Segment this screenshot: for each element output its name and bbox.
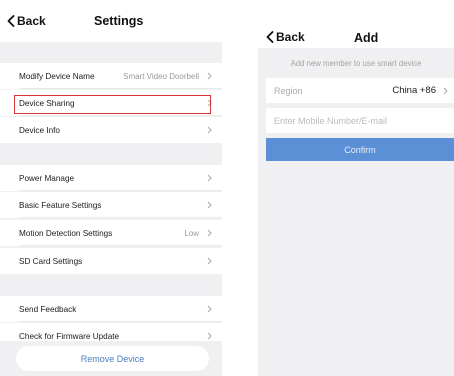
row-label: Modify Device Name xyxy=(19,71,95,81)
row-label: Send Feedback xyxy=(19,304,77,314)
row-divider xyxy=(19,190,222,191)
chevron-right-icon xyxy=(204,174,214,182)
row-label: Device Info xyxy=(19,125,60,135)
row-modify-device-name[interactable]: Modify Device Name Smart Video Doorbell xyxy=(0,63,222,89)
remove-device-bar: Remove Device xyxy=(0,341,222,376)
row-label: SD Card Settings xyxy=(19,256,83,266)
chevron-right-icon xyxy=(204,305,214,313)
chevron-right-icon xyxy=(204,201,214,209)
row-send-feedback[interactable]: Send Feedback xyxy=(0,296,222,322)
region-label: Region xyxy=(274,85,303,96)
add-navbar: Back Add xyxy=(258,0,454,48)
row-label: Basic Feature Settings xyxy=(19,200,102,210)
chevron-right-icon xyxy=(204,229,214,237)
chevron-right-icon xyxy=(204,332,214,340)
chevron-right-icon xyxy=(204,99,214,107)
row-basic-feature-settings[interactable]: Basic Feature Settings xyxy=(0,192,222,218)
back-label: Back xyxy=(276,30,305,44)
add-member-hint: Add new member to use smart device xyxy=(290,59,422,68)
page-title: Settings xyxy=(94,14,144,28)
back-button[interactable]: Back xyxy=(266,30,305,44)
row-label: Power Manage xyxy=(19,173,75,183)
row-label: Motion Detection Settings xyxy=(19,228,113,238)
row-power-manage[interactable]: Power Manage xyxy=(0,165,222,191)
region-selector[interactable]: Region China +86 xyxy=(266,78,454,103)
remove-device-button[interactable]: Remove Device xyxy=(16,346,209,371)
page-title: Add xyxy=(354,31,379,45)
mobile-email-input[interactable] xyxy=(266,108,454,133)
row-label: Check for Firmware Update xyxy=(19,331,120,341)
chevron-left-icon xyxy=(266,31,274,43)
chevron-left-icon xyxy=(7,15,15,27)
back-button[interactable]: Back xyxy=(7,14,46,28)
row-divider xyxy=(19,115,222,116)
settings-navbar: Back Settings xyxy=(0,0,222,42)
chevron-right-icon xyxy=(204,72,214,80)
row-divider xyxy=(19,245,222,246)
confirm-button[interactable]: Confirm xyxy=(266,138,454,161)
chevron-right-icon xyxy=(204,257,214,265)
region-value: China +86 xyxy=(392,85,436,96)
add-member-screen: Back Add Add new member to use smart dev… xyxy=(258,0,454,376)
settings-screen: Back Settings Modify Device Name Smart V… xyxy=(0,0,222,376)
row-device-sharing[interactable]: Device Sharing xyxy=(0,90,222,116)
row-divider xyxy=(19,217,222,218)
chevron-right-icon xyxy=(204,126,214,134)
row-label: Device Sharing xyxy=(19,98,75,108)
back-label: Back xyxy=(17,14,46,28)
row-sd-card-settings[interactable]: SD Card Settings xyxy=(0,248,222,274)
row-divider xyxy=(19,321,222,322)
row-device-info[interactable]: Device Info xyxy=(0,117,222,143)
row-value: Smart Video Doorbell xyxy=(123,71,199,81)
row-value: Low xyxy=(184,228,199,238)
chevron-right-icon xyxy=(440,87,450,95)
row-divider xyxy=(19,88,222,89)
row-motion-detection-settings[interactable]: Motion Detection Settings Low xyxy=(0,220,222,246)
